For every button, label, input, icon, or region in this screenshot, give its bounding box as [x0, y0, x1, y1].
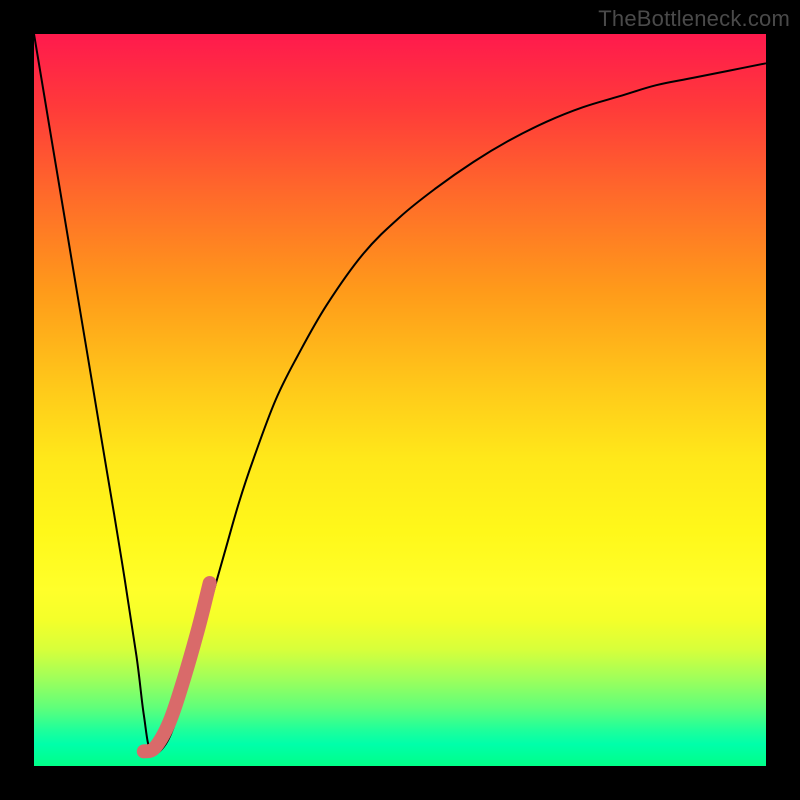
- curve-svg: [34, 34, 766, 766]
- plot-area: [34, 34, 766, 766]
- watermark-text: TheBottleneck.com: [598, 6, 790, 32]
- bottleneck-curve: [34, 34, 766, 754]
- highlight-segment: [144, 583, 210, 751]
- chart-frame: TheBottleneck.com: [0, 0, 800, 800]
